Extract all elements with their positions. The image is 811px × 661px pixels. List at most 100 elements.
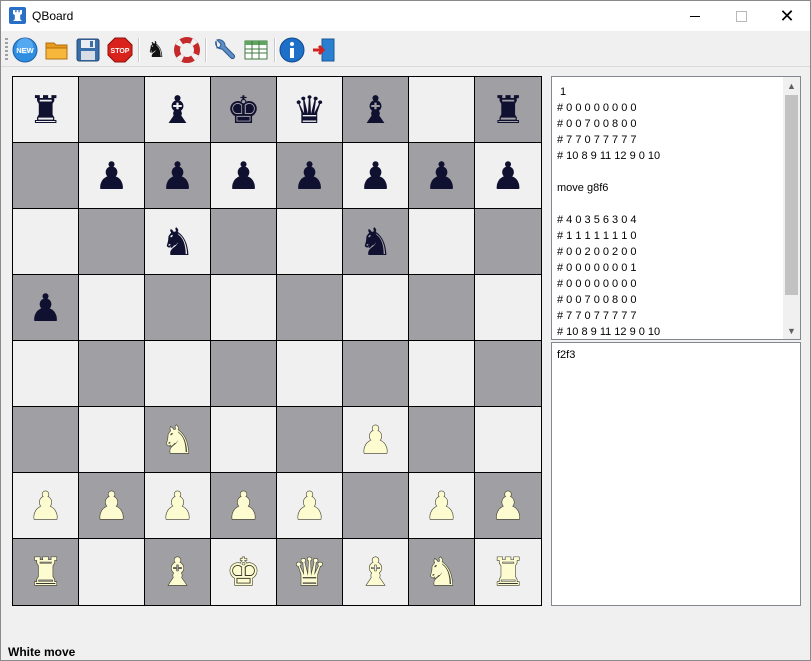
black-pawn-icon[interactable]: ♟ [424, 157, 458, 195]
square-d6[interactable] [211, 209, 277, 275]
black-pawn-icon[interactable]: ♟ [226, 157, 260, 195]
white-bishop-icon[interactable]: ♝ [160, 552, 195, 591]
square-d4[interactable] [211, 341, 277, 407]
white-pawn-icon[interactable]: ♟ [160, 486, 195, 525]
white-rook-icon[interactable]: ♜ [490, 552, 525, 591]
open-button[interactable] [44, 37, 70, 63]
white-king-icon[interactable]: ♚ [226, 552, 261, 591]
scroll-down-arrow-icon[interactable]: ▼ [783, 322, 800, 339]
square-c2[interactable]: ♟ [145, 473, 211, 539]
square-f8[interactable]: ♝ [343, 77, 409, 143]
square-h5[interactable] [475, 275, 541, 341]
square-e5[interactable] [277, 275, 343, 341]
square-e2[interactable]: ♟ [277, 473, 343, 539]
black-rook-icon[interactable]: ♜ [491, 91, 525, 129]
black-bishop-icon[interactable]: ♝ [160, 91, 194, 129]
square-g5[interactable] [409, 275, 475, 341]
scrollbar-thumb[interactable] [785, 95, 798, 295]
square-h2[interactable]: ♟ [475, 473, 541, 539]
black-knight-icon[interactable]: ♞ [358, 223, 392, 261]
square-h7[interactable]: ♟ [475, 143, 541, 209]
square-e4[interactable] [277, 341, 343, 407]
square-d1[interactable]: ♚ [211, 539, 277, 605]
white-pawn-icon[interactable]: ♟ [292, 486, 327, 525]
square-h4[interactable] [475, 341, 541, 407]
square-c4[interactable] [145, 341, 211, 407]
black-king-icon[interactable]: ♚ [226, 91, 260, 129]
square-c6[interactable]: ♞ [145, 209, 211, 275]
square-g7[interactable]: ♟ [409, 143, 475, 209]
square-f6[interactable]: ♞ [343, 209, 409, 275]
square-f4[interactable] [343, 341, 409, 407]
about-button[interactable] [279, 37, 305, 63]
square-h8[interactable]: ♜ [475, 77, 541, 143]
engine-button[interactable]: ♞ [143, 37, 169, 63]
square-g1[interactable]: ♞ [409, 539, 475, 605]
square-g3[interactable] [409, 407, 475, 473]
white-pawn-icon[interactable]: ♟ [28, 486, 63, 525]
white-knight-icon[interactable]: ♞ [160, 420, 195, 459]
square-b7[interactable]: ♟ [79, 143, 145, 209]
scroll-up-arrow-icon[interactable]: ▲ [783, 77, 800, 94]
black-pawn-icon[interactable]: ♟ [491, 157, 525, 195]
square-a6[interactable] [13, 209, 79, 275]
square-a5[interactable]: ♟ [13, 275, 79, 341]
square-b4[interactable] [79, 341, 145, 407]
black-pawn-icon[interactable]: ♟ [94, 157, 128, 195]
engine-log-panel[interactable]: 1 # 0 0 0 0 0 0 0 0 # 0 0 7 0 0 8 0 0 # 7 7… [551, 76, 801, 340]
square-b3[interactable] [79, 407, 145, 473]
square-g2[interactable]: ♟ [409, 473, 475, 539]
white-pawn-icon[interactable]: ♟ [358, 420, 393, 459]
black-pawn-icon[interactable]: ♟ [28, 289, 62, 327]
exit-button[interactable] [311, 37, 337, 63]
square-a1[interactable]: ♜ [13, 539, 79, 605]
square-e6[interactable] [277, 209, 343, 275]
square-d3[interactable] [211, 407, 277, 473]
white-queen-icon[interactable]: ♛ [292, 552, 327, 591]
white-pawn-icon[interactable]: ♟ [424, 486, 459, 525]
white-knight-icon[interactable]: ♞ [424, 552, 459, 591]
square-a8[interactable]: ♜ [13, 77, 79, 143]
square-h3[interactable] [475, 407, 541, 473]
table-button[interactable] [243, 37, 269, 63]
toolbar-grip[interactable] [5, 38, 8, 60]
log-scrollbar[interactable]: ▲ ▼ [783, 77, 800, 339]
square-b8[interactable] [79, 77, 145, 143]
settings-button[interactable] [211, 37, 237, 63]
square-d5[interactable] [211, 275, 277, 341]
square-c7[interactable]: ♟ [145, 143, 211, 209]
white-pawn-icon[interactable]: ♟ [490, 486, 525, 525]
square-e7[interactable]: ♟ [277, 143, 343, 209]
black-pawn-icon[interactable]: ♟ [292, 157, 326, 195]
square-h6[interactable] [475, 209, 541, 275]
square-a2[interactable]: ♟ [13, 473, 79, 539]
square-c3[interactable]: ♞ [145, 407, 211, 473]
square-b5[interactable] [79, 275, 145, 341]
square-d8[interactable]: ♚ [211, 77, 277, 143]
flip-button[interactable] [174, 37, 200, 63]
square-e3[interactable] [277, 407, 343, 473]
new-game-button[interactable]: NEW [12, 37, 38, 63]
maximize-button[interactable] [718, 1, 764, 31]
square-c5[interactable] [145, 275, 211, 341]
chess-board[interactable]: ♜ ♝ ♚ ♛ ♝ ♜ ♟ ♟ ♟ ♟ ♟ ♟ ♟ ♞ ♞ ♟ ♞ ♟ ♟ ♟ ♟ ♟ ♟ ♟ ♟ ♜ ♝ ♚ ♛ ♝ ♞ ♜ [12, 76, 542, 606]
square-a3[interactable] [13, 407, 79, 473]
minimize-button[interactable] [672, 1, 718, 31]
square-f1[interactable]: ♝ [343, 539, 409, 605]
white-pawn-icon[interactable]: ♟ [94, 486, 129, 525]
white-bishop-icon[interactable]: ♝ [358, 552, 393, 591]
title-bar[interactable]: QBoard ✕ [1, 1, 810, 31]
square-b2[interactable]: ♟ [79, 473, 145, 539]
close-button[interactable]: ✕ [764, 1, 810, 31]
black-queen-icon[interactable]: ♛ [292, 91, 326, 129]
black-pawn-icon[interactable]: ♟ [160, 157, 194, 195]
black-bishop-icon[interactable]: ♝ [358, 91, 392, 129]
square-g4[interactable] [409, 341, 475, 407]
square-f2[interactable] [343, 473, 409, 539]
square-d7[interactable]: ♟ [211, 143, 277, 209]
move-input-panel[interactable]: f2f3 [551, 342, 801, 606]
black-rook-icon[interactable]: ♜ [28, 91, 62, 129]
square-g6[interactable] [409, 209, 475, 275]
square-g8[interactable] [409, 77, 475, 143]
square-f3[interactable]: ♟ [343, 407, 409, 473]
